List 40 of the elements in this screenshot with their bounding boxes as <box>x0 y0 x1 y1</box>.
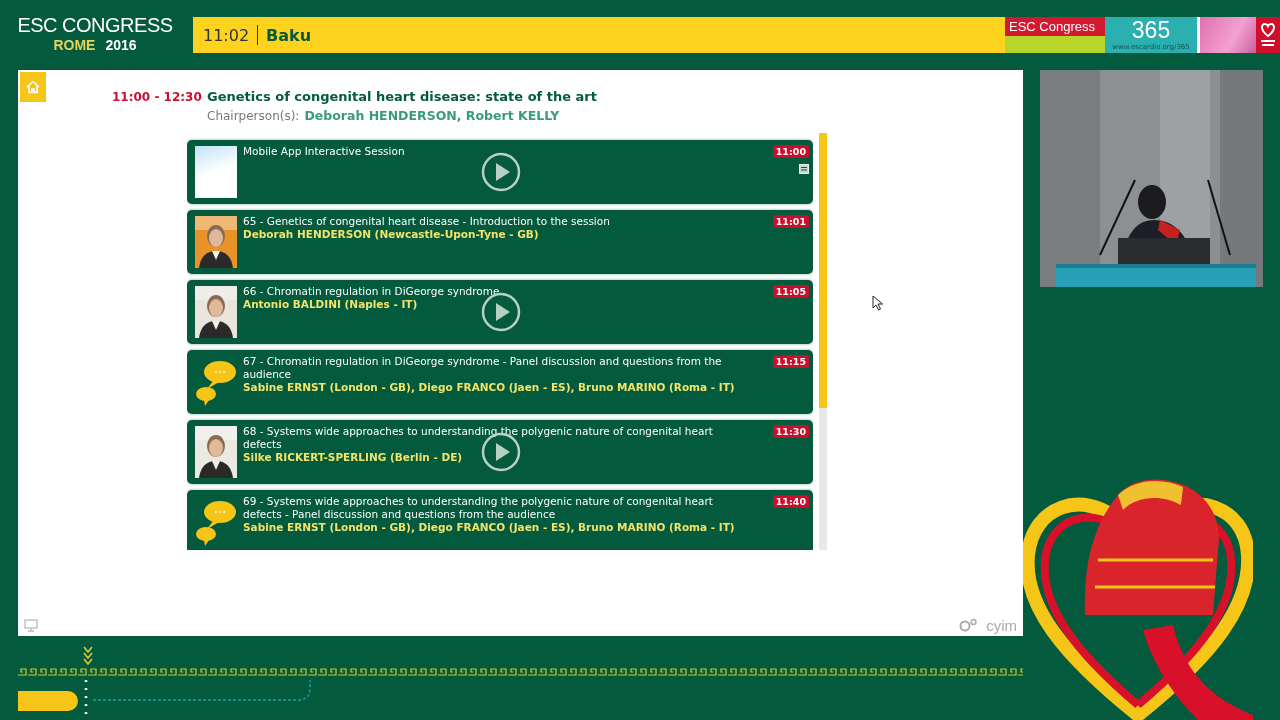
talk-item[interactable]: 65 - Genetics of congenital heart disease - Introduction to the session Deborah HENDERSON (Newcastle-Upon-Tyne - GB) 11:01 <box>187 210 813 274</box>
document-icon[interactable] <box>799 164 809 174</box>
talk-time: 11:40 <box>772 495 809 508</box>
session-time: 11:00 - 12:30 <box>112 89 203 106</box>
talk-time: 11:01 <box>772 215 809 228</box>
scrollbar-thumb[interactable] <box>819 133 827 408</box>
congress-year: 2016 <box>105 36 137 54</box>
talk-speakers: Sabine ERNST (London - GB), Diego FRANCO (Jaen - ES), Bruno MARINO (Roma - IT) <box>243 521 736 534</box>
talk-item[interactable]: Mobile App Interactive Session 11:00 <box>187 140 813 204</box>
brand-logo: cyim <box>986 616 1017 634</box>
current-time: 11:02 <box>203 25 250 45</box>
talk-time: 11:15 <box>772 355 809 368</box>
talk-title: 66 - Chromatin regulation in DiGeorge syndrome <box>243 285 501 298</box>
talk-time: 11:30 <box>772 425 809 438</box>
talk-time: 11:00 <box>772 145 809 158</box>
banner-graphic <box>1197 17 1256 53</box>
talk-title: Mobile App Interactive Session <box>243 145 406 158</box>
talk-speakers: Silke RICKERT-SPERLING (Berlin - DE) <box>243 451 464 464</box>
congress-logo-title: ESC CONGRESS <box>17 14 173 36</box>
talk-item[interactable]: 67 - Chromatin regulation in DiGeorge syndrome - Panel discussion and questions from the audience Sabine ERNST (London - GB), Diego FRANCO (Jaen - ES), Bruno MARINO (Roma - IT) 11:15 <box>187 350 813 414</box>
talk-speakers: Sabine ERNST (London - GB), Diego FRANCO (Jaen - ES), Bruno MARINO (Roma - IT) <box>243 381 736 394</box>
talk-title: 69 - Systems wide approaches to understanding the polygenic nature of congenital heart defects - Panel discussion and questions from the audience <box>243 495 714 521</box>
talk-item[interactable]: 66 - Chromatin regulation in DiGeorge syndrome Antonio BALDINI (Naples - IT) 11:05 <box>187 280 813 344</box>
blank-thumbnail <box>195 146 237 198</box>
session-title: Genetics of congenital heart disease: state of the art <box>207 88 598 106</box>
chair-label: Chairperson(s): <box>207 109 300 123</box>
talk-time: 11:05 <box>772 285 809 298</box>
talk-title: 67 - Chromatin regulation in DiGeorge syndrome - Panel discussion and questions from the audience <box>243 355 723 381</box>
congress-city: ROME <box>53 36 96 54</box>
talk-title: 65 - Genetics of congenital heart disease - Introduction to the session <box>243 215 611 228</box>
room-name: Baku <box>266 25 312 45</box>
talk-speakers: Antonio BALDINI (Naples - IT) <box>243 298 419 311</box>
chair-names: Deborah HENDERSON, Robert KELLY <box>304 108 560 123</box>
banner-number: 365 <box>1131 17 1171 43</box>
talk-speakers: Deborah HENDERSON (Newcastle-Upon-Tyne - GB) <box>243 228 540 241</box>
heart-logo-icon <box>1256 17 1280 53</box>
banner-title: ESC Congress <box>1005 17 1105 36</box>
talk-item[interactable] <box>187 490 813 550</box>
cursor-icon <box>872 295 884 311</box>
play-button-icon[interactable] <box>481 152 521 192</box>
